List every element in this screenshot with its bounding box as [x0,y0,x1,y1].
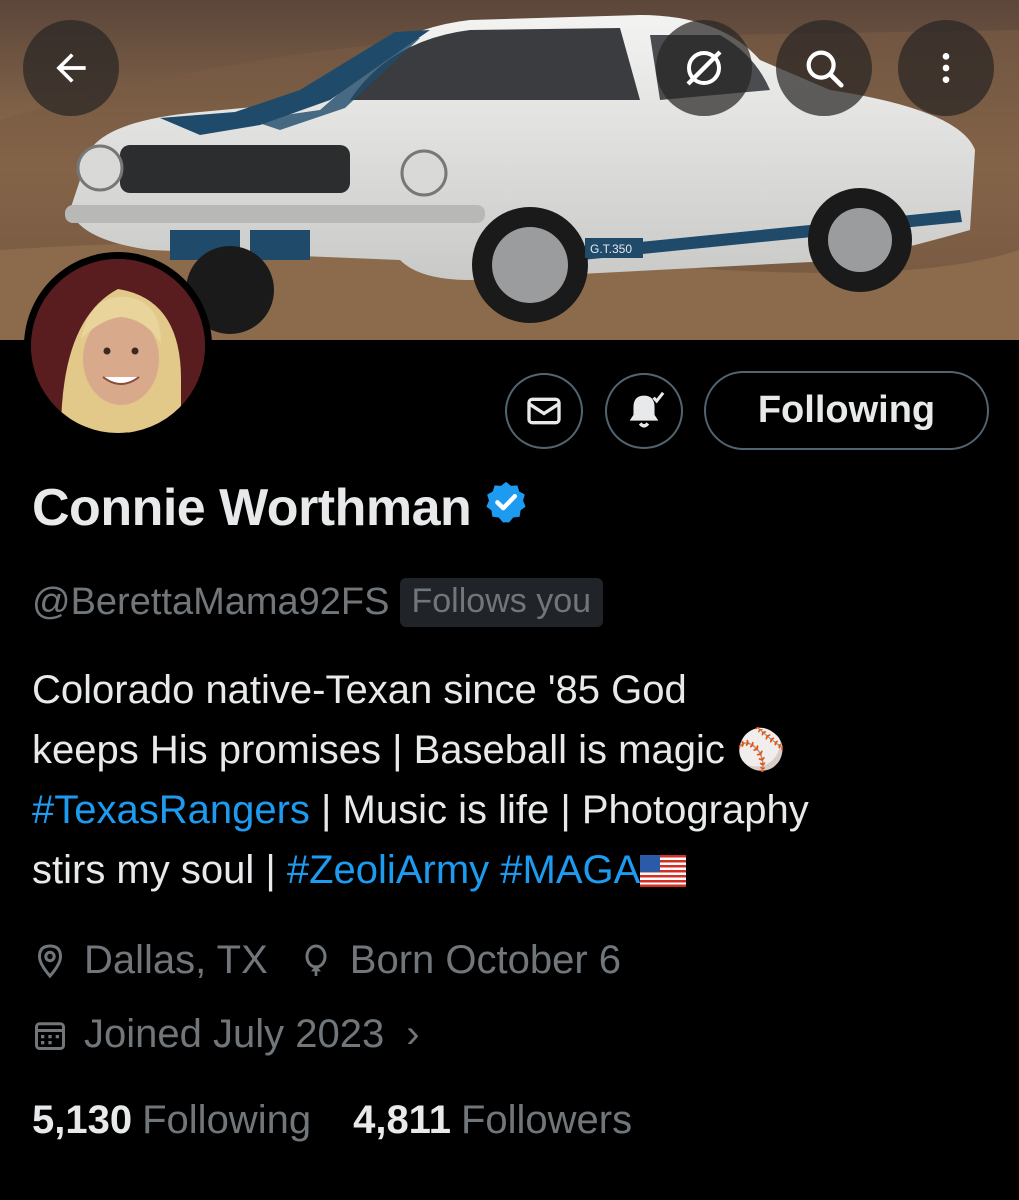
profile-bio: Colorado native-Texan since '85 God keep… [32,660,992,904]
follow-stats: 5,130 Following 4,811 Followers [32,1098,632,1143]
bell-check-icon [629,391,665,428]
message-button[interactable] [505,373,583,449]
location-text: Dallas, TX [84,938,268,982]
baseball-emoji: ⚾ [735,728,786,772]
us-flag-icon [640,844,687,904]
profile-meta-row: Dallas, TX Born October 6 [32,938,621,983]
following-button[interactable]: Following [704,371,989,450]
joined[interactable]: Joined July 2023 › [32,1012,420,1057]
back-button[interactable] [23,20,119,116]
bio-line-3: #TexasRangers | Music is life | Photogra… [32,780,992,840]
following-stat[interactable]: 5,130 Following [32,1098,311,1143]
notifications-button[interactable] [605,373,683,449]
bio-line-1: Colorado native-Texan since '85 God [32,668,687,712]
display-name: Connie Worthman [32,478,529,538]
hashtag-zeoliarmy[interactable]: #ZeoliArmy [287,848,489,892]
followers-stat[interactable]: 4,811 Followers [353,1098,632,1143]
more-options-button[interactable] [898,20,994,116]
location: Dallas, TX [32,938,268,983]
bio-line-2-text: keeps His promises | Baseball is magic [32,728,736,772]
envelope-icon [527,397,561,425]
verified-badge-icon[interactable] [483,478,529,538]
bio-line-3-text: | Music is life | Photography [309,788,809,832]
followers-count: 4,811 [353,1098,451,1142]
birthday: Born October 6 [298,938,621,983]
bio-line-4-text: stirs my soul | [32,848,287,892]
balloon-icon [298,943,334,979]
grok-icon [686,50,722,86]
more-vertical-icon [942,53,950,83]
handle-row: @BerettaMama92FS Follows you [32,578,604,627]
hashtag-texasrangers[interactable]: #TexasRangers [32,788,310,832]
chevron-right-icon: › [406,1012,420,1056]
followers-label: Followers [460,1098,633,1142]
following-count: 5,130 [32,1098,133,1142]
joined-text: Joined July 2023 [84,1012,385,1056]
arrow-left-icon [56,53,86,83]
follows-you-badge: Follows you [399,578,604,627]
following-label: Following [142,1098,312,1142]
banner-badge-text: G.T.350 [590,242,632,256]
hashtag-maga[interactable]: #MAGA [489,848,640,892]
display-name-text: Connie Worthman [32,479,472,537]
location-pin-icon [32,943,68,979]
user-handle: @BerettaMama92FS [32,581,390,623]
joined-row[interactable]: Joined July 2023 › [32,1012,420,1057]
grok-button[interactable] [656,20,752,116]
search-button[interactable] [776,20,872,116]
bio-line-4: stirs my soul | #ZeoliArmy #MAGA [32,840,992,904]
avatar[interactable] [24,252,212,440]
calendar-icon [32,1017,68,1053]
bio-line-2: keeps His promises | Baseball is magic ⚾ [32,720,992,780]
search-icon [806,50,844,88]
birthday-text: Born October 6 [349,938,622,982]
avatar-photo [31,259,205,433]
